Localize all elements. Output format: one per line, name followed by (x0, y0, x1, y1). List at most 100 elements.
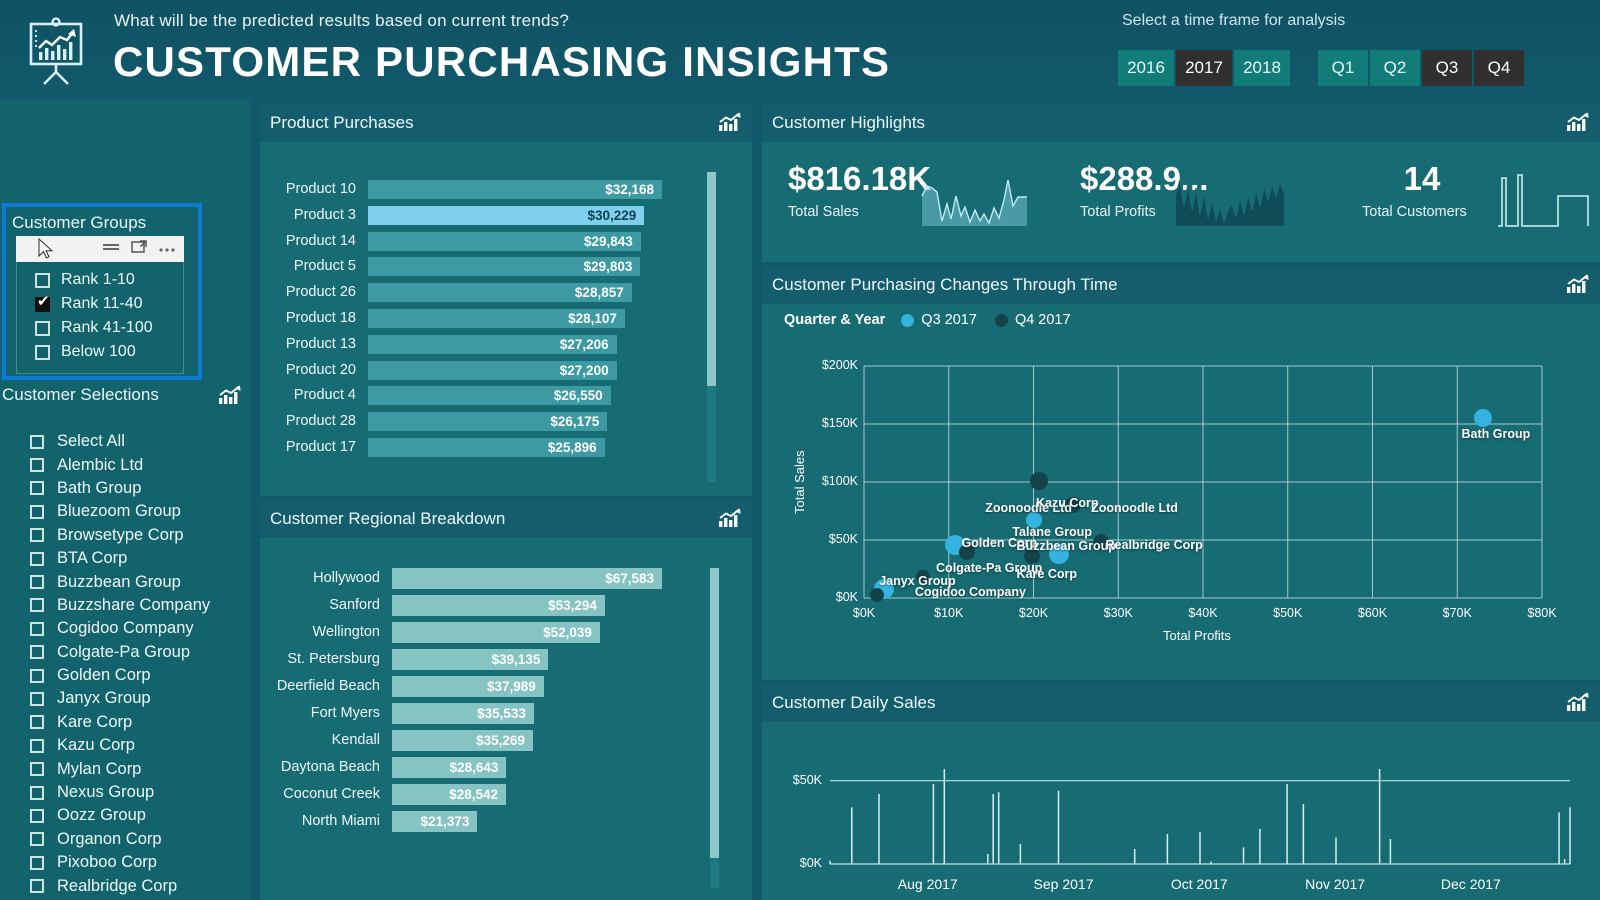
customer-selection-item[interactable]: Bath Group (30, 477, 250, 500)
customer-selections-list[interactable]: Select All Alembic Ltd Bath Group Bluezoom … (0, 412, 250, 900)
scatter-point[interactable] (1473, 409, 1492, 428)
year-button-2018[interactable]: 2018 (1234, 50, 1290, 86)
bar-fill[interactable]: $28,107 (368, 309, 625, 328)
customer-selection-item[interactable]: Nexus Group (30, 781, 250, 804)
checkbox-icon[interactable] (30, 808, 44, 823)
checkbox-icon[interactable] (30, 528, 44, 543)
bar-fill[interactable]: $52,039 (392, 622, 600, 643)
quarter-button-q4[interactable]: Q4 (1474, 50, 1524, 86)
focus-mode-icon[interactable] (131, 239, 147, 259)
bar-row[interactable]: Coconut Creek $28,542 (260, 784, 680, 805)
daily-sales-panel-icon[interactable] (1566, 692, 1590, 717)
bar-fill[interactable]: $67,583 (392, 568, 662, 589)
bar-fill[interactable]: $21,373 (392, 811, 478, 832)
bar-fill[interactable]: $35,269 (392, 730, 533, 751)
customer-selection-item[interactable]: Buzzbean Group (30, 570, 250, 593)
bar-row[interactable]: Product 20 $27,200 (260, 360, 680, 380)
bar-row[interactable]: Product 4 $26,550 (260, 386, 680, 406)
bar-row[interactable]: Product 28 $26,175 (260, 412, 680, 432)
bar-fill[interactable]: $35,533 (392, 703, 534, 724)
bar-fill[interactable]: $28,542 (392, 784, 507, 805)
checkbox-icon[interactable] (30, 879, 44, 894)
customer-selection-item[interactable]: Colgate-Pa Group (30, 641, 250, 664)
bar-fill[interactable]: $26,550 (368, 386, 611, 406)
bar-row[interactable]: Product 10 $32,168 (260, 180, 680, 199)
purchasing-changes-panel-icon[interactable] (1566, 274, 1590, 299)
regional-breakdown-panel-icon[interactable] (718, 508, 742, 533)
checkbox-icon[interactable] (30, 785, 44, 800)
checkbox-icon[interactable] (30, 738, 44, 753)
bar-fill[interactable]: $25,896 (368, 438, 605, 457)
checkbox-icon[interactable] (30, 715, 44, 730)
customer-selection-item[interactable]: Browsetype Corp (30, 524, 250, 547)
quarter-button-q1[interactable]: Q1 (1318, 50, 1368, 86)
bar-row[interactable]: Hollywood $67,583 (260, 568, 680, 589)
region-scrollbar[interactable] (710, 568, 719, 888)
customer-selection-item[interactable]: Golden Corp (30, 664, 250, 687)
checkbox-icon[interactable] (30, 458, 44, 473)
customer-selection-item[interactable]: Mylan Corp (30, 757, 250, 780)
filter-icon[interactable] (102, 240, 120, 258)
customer-selection-item[interactable]: Kazu Corp (30, 734, 250, 757)
bar-row[interactable]: Product 14 $29,843 (260, 231, 680, 251)
bar-row[interactable]: Product 17 $25,896 (260, 438, 680, 457)
customer-selection-item[interactable]: Realbridge Corp (30, 874, 250, 897)
customer-selection-item[interactable]: Cogidoo Company (30, 617, 250, 640)
bar-row[interactable]: Kendall $35,269 (260, 730, 680, 751)
product-purchases-panel-icon[interactable] (718, 112, 742, 137)
bar-fill[interactable]: $39,135 (392, 649, 549, 670)
customer-selections-panel-icon[interactable] (218, 385, 242, 410)
checkbox-icon[interactable] (30, 645, 44, 660)
checkbox-icon[interactable] (30, 504, 44, 519)
customer-selection-item[interactable]: Organon Corp (30, 828, 250, 851)
scatter-plot-area[interactable]: $0K $50K $100K $150K $200K $0K $10K $20K $30K $40… (762, 304, 1600, 680)
checkbox-icon[interactable] (30, 855, 44, 870)
checkbox-icon[interactable] (30, 621, 44, 636)
checkbox-checked-icon[interactable] (35, 294, 50, 312)
region-scrollbar-thumb[interactable] (710, 568, 719, 858)
checkbox-icon[interactable] (30, 551, 44, 566)
bar-row[interactable]: Product 3 $30,229 (260, 205, 680, 225)
checkbox-icon[interactable] (30, 832, 44, 847)
bar-fill[interactable]: $32,168 (368, 180, 662, 199)
customer-selection-item[interactable]: Select All (30, 430, 250, 453)
bar-row[interactable]: Deerfield Beach $37,989 (260, 676, 680, 697)
year-button-2016[interactable]: 2016 (1118, 50, 1174, 86)
checkbox-icon[interactable] (30, 598, 44, 613)
bar-fill[interactable]: $37,989 (392, 676, 544, 697)
customer-group-item[interactable]: Below 100 (35, 340, 183, 364)
daily-sales-line-chart[interactable]: $0K $50K Aug 2017 Sep 2017 Oct 2017 Nov 2017 D… (762, 722, 1600, 900)
scatter-point[interactable] (1030, 471, 1049, 490)
product-scrollbar[interactable] (707, 172, 716, 482)
bar-row[interactable]: Daytona Beach $28,643 (260, 757, 680, 778)
quarter-button-q2[interactable]: Q2 (1370, 50, 1420, 86)
bar-fill[interactable]: $53,294 (392, 595, 605, 616)
customer-selection-item[interactable]: BTA Corp (30, 547, 250, 570)
checkbox-icon[interactable] (30, 481, 44, 496)
checkbox-icon[interactable] (30, 691, 44, 706)
customer-selection-item[interactable]: Pixoboo Corp (30, 851, 250, 874)
checkbox-icon[interactable] (35, 272, 50, 288)
product-scrollbar-thumb[interactable] (707, 172, 716, 386)
customer-selection-item[interactable]: Janyx Group (30, 687, 250, 710)
quarter-button-q3[interactable]: Q3 (1422, 50, 1472, 86)
bar-fill[interactable]: $27,200 (368, 360, 617, 380)
bar-row[interactable]: Product 13 $27,206 (260, 334, 680, 354)
bar-fill[interactable]: $26,175 (368, 412, 608, 432)
customer-group-item[interactable]: Rank 41-100 (35, 316, 183, 340)
bar-fill[interactable]: $28,643 (392, 757, 507, 778)
bar-fill[interactable]: $30,229 (368, 205, 645, 225)
checkbox-icon[interactable] (30, 434, 44, 449)
customer-selection-item[interactable]: Kare Corp (30, 711, 250, 734)
bar-fill[interactable]: $27,206 (368, 334, 617, 354)
customer-groups-slicer[interactable]: Customer Groups Rank 1-10 ✔ Rank 11-40 R… (2, 203, 202, 380)
bar-row[interactable]: Product 18 $28,107 (260, 309, 680, 328)
year-button-2017[interactable]: 2017 (1176, 50, 1232, 86)
bar-fill[interactable]: $29,843 (368, 231, 641, 251)
bar-row[interactable]: Wellington $52,039 (260, 622, 680, 643)
bar-row[interactable]: Product 5 $29,803 (260, 257, 680, 277)
bar-row[interactable]: Sanford $53,294 (260, 595, 680, 616)
bar-row[interactable]: Fort Myers $35,533 (260, 703, 680, 724)
bar-fill[interactable]: $28,857 (368, 283, 632, 303)
checkbox-icon[interactable] (35, 320, 50, 336)
